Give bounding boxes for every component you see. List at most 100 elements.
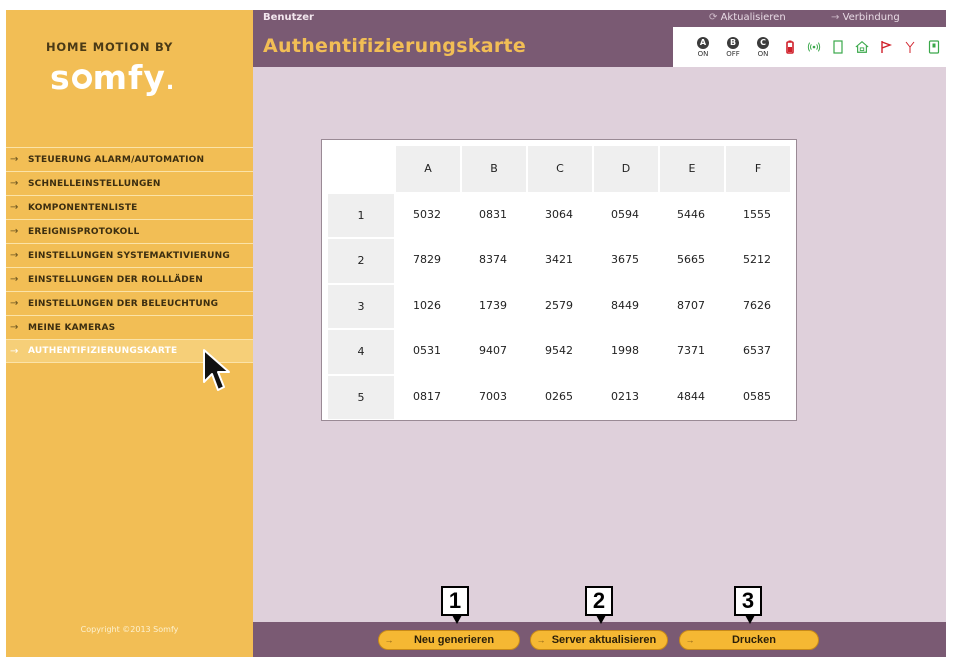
arrow-right-icon: →	[10, 298, 19, 309]
arrow-right-icon: →	[536, 635, 546, 645]
auth-card-table: A B C D E F 1 5032 0831 3064 0594 5446 1…	[328, 146, 790, 419]
table-cell: 0531	[413, 344, 441, 358]
table-cell: 0265	[545, 389, 573, 403]
table-cell: 1998	[611, 344, 639, 358]
table-cell: 8449	[611, 298, 639, 312]
table-cell: 2579	[545, 298, 573, 312]
sidebar-item-einstellungen-systemaktivierung[interactable]: → EINSTELLUNGEN SYSTEMAKTIVIERUNG	[6, 243, 253, 267]
mode-c-indicator[interactable]: C ON	[753, 36, 773, 58]
somfy-logo: s mfy.	[50, 58, 176, 97]
column-header: E	[658, 146, 724, 192]
table-cell: 0817	[413, 389, 441, 403]
table-cell: 0831	[479, 207, 507, 221]
table-cell: 7003	[479, 389, 507, 403]
table-cell: 3064	[545, 207, 573, 221]
radio-signal-icon	[807, 39, 821, 55]
arrow-right-icon: →	[10, 250, 19, 261]
table-row: 2 7829 8374 3421 3675 5665 5212	[328, 237, 790, 283]
footer-bar: → Neu generieren → Server aktualisieren …	[253, 622, 946, 657]
row-header: 2	[328, 237, 394, 283]
arrow-right-icon: →	[831, 12, 843, 23]
column-header: A	[394, 146, 460, 192]
sidebar-item-ereignisprotokoll[interactable]: → EREIGNISPROTOKOLL	[6, 219, 253, 243]
table-cell: 9542	[545, 344, 573, 358]
table-row: 5 0817 7003 0265 0213 4844 0585	[328, 373, 790, 419]
table-cell: 0213	[611, 389, 639, 403]
main-content: A B C D E F 1 5032 0831 3064 0594 5446 1…	[253, 67, 946, 622]
mouse-cursor-icon	[202, 348, 232, 398]
regenerate-button[interactable]: → Neu generieren	[378, 630, 520, 650]
regenerate-button-label: Neu generieren	[413, 634, 495, 646]
row-header: 3	[328, 282, 394, 328]
arrow-right-icon: →	[10, 345, 19, 357]
mode-c-letter: C	[757, 36, 769, 49]
table-header-row: A B C D E F	[328, 146, 790, 192]
table-cell: 1026	[413, 298, 441, 312]
sidebar: HOME MOTION BY s mfy. → STEUERUNG ALARM/A…	[6, 10, 253, 657]
callout-3: 3	[734, 586, 762, 624]
sidebar-item-label: EINSTELLUNGEN SYSTEMAKTIVIERUNG	[28, 250, 230, 261]
callout-1: 1	[441, 586, 469, 624]
mode-b-indicator[interactable]: B OFF	[723, 36, 743, 58]
sidebar-item-steuerung-alarm-automation[interactable]: → STEUERUNG ALARM/AUTOMATION	[6, 147, 253, 171]
sidebar-item-label: SCHNELLEINSTELLUNGEN	[28, 178, 161, 189]
sidebar-item-label: MEINE KAMERAS	[28, 322, 116, 333]
mode-b-state: OFF	[726, 49, 740, 58]
sidebar-item-label: AUTHENTIFIZIERUNGSKARTE	[28, 346, 178, 356]
table-cell: 5665	[677, 253, 705, 267]
connection-link-label: Verbindung	[842, 12, 900, 23]
arrow-right-icon: →	[384, 635, 394, 645]
mode-a-letter: A	[697, 36, 709, 49]
sidebar-item-meine-kameras[interactable]: → MEINE KAMERAS	[6, 315, 253, 339]
brand-logo-area: HOME MOTION BY s mfy.	[6, 10, 253, 140]
title-strip: Authentifizierungskarte	[253, 27, 673, 67]
sidebar-item-label: STEUERUNG ALARM/AUTOMATION	[28, 154, 205, 165]
mode-a-state: ON	[697, 49, 709, 58]
user-bar: Benutzer ⟳ Aktualisieren → Verbindung	[253, 10, 946, 27]
antenna-icon	[903, 39, 917, 55]
table-cell: 0585	[743, 389, 771, 403]
update-server-button-label: Server aktualisieren	[551, 634, 657, 646]
table-row: 4 0531 9407 9542 1998 7371 6537	[328, 328, 790, 374]
mode-a-indicator[interactable]: A ON	[693, 36, 713, 58]
row-header: 1	[328, 191, 394, 237]
table-corner-cell	[328, 146, 394, 192]
sidebar-item-schnelleinstellungen[interactable]: → SCHNELLEINSTELLUNGEN	[6, 171, 253, 195]
table-cell: 9407	[479, 344, 507, 358]
authentication-card: A B C D E F 1 5032 0831 3064 0594 5446 1…	[321, 139, 797, 421]
refresh-link[interactable]: ⟳ Aktualisieren	[709, 12, 786, 23]
user-label: Benutzer	[263, 12, 314, 23]
refresh-icon: ⟳	[709, 12, 721, 23]
device-icon	[927, 39, 941, 55]
table-cell: 7829	[413, 253, 441, 267]
table-cell: 7371	[677, 344, 705, 358]
column-header: C	[526, 146, 592, 192]
column-header: D	[592, 146, 658, 192]
sidebar-item-label: EINSTELLUNGEN DER BELEUCHTUNG	[28, 298, 219, 309]
copyright-text: Copyright ©2013 Somfy	[80, 625, 179, 634]
table-cell: 8374	[479, 253, 507, 267]
arrow-right-icon: →	[10, 274, 19, 285]
flag-icon	[879, 39, 893, 55]
arrow-right-icon: →	[10, 226, 19, 237]
table-cell: 1555	[743, 207, 771, 221]
connection-link[interactable]: → Verbindung	[831, 12, 900, 23]
door-icon	[831, 39, 845, 55]
table-cell: 8707	[677, 298, 705, 312]
sidebar-item-einstellungen-rolllaeden[interactable]: → EINSTELLUNGEN DER ROLLLÄDEN	[6, 267, 253, 291]
sidebar-item-label: EREIGNISPROTOKOLL	[28, 226, 140, 237]
sidebar-item-komponentenliste[interactable]: → KOMPONENTENLISTE	[6, 195, 253, 219]
table-row: 1 5032 0831 3064 0594 5446 1555	[328, 191, 790, 237]
table-cell: 5032	[413, 207, 441, 221]
table-cell: 7626	[743, 298, 771, 312]
update-server-button[interactable]: → Server aktualisieren	[530, 630, 668, 650]
sidebar-item-einstellungen-beleuchtung[interactable]: → EINSTELLUNGEN DER BELEUCHTUNG	[6, 291, 253, 315]
column-header: B	[460, 146, 526, 192]
home-icon	[855, 39, 869, 55]
page-title: Authentifizierungskarte	[263, 35, 527, 57]
print-button[interactable]: → Drucken	[679, 630, 819, 650]
table-cell: 3421	[545, 253, 573, 267]
table-cell: 5212	[743, 253, 771, 267]
arrow-right-icon: →	[10, 178, 19, 189]
row-header: 4	[328, 328, 394, 374]
